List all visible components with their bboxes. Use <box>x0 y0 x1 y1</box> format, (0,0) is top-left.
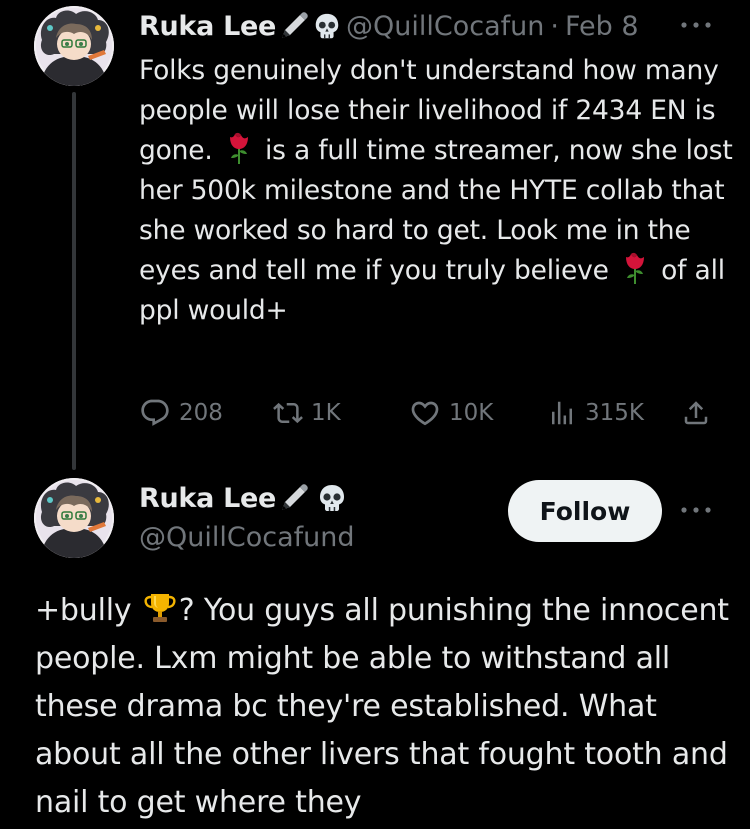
pen-icon <box>278 482 310 514</box>
separator-dot: · <box>550 10 559 42</box>
like-count: 10K <box>449 400 494 426</box>
tweet-header: Ruka Lee @QuillCocafund <box>139 477 355 557</box>
pen-icon <box>278 10 310 42</box>
author-display-name[interactable]: Ruka Lee <box>139 483 276 514</box>
skull-icon <box>316 482 348 514</box>
share-button[interactable] <box>681 393 711 433</box>
like-button[interactable]: 10K <box>409 393 493 433</box>
tweet-text: +bully ? You guys all punishing the inno… <box>35 587 745 827</box>
reply-icon <box>141 399 169 426</box>
views-button[interactable]: 315K <box>547 393 644 433</box>
author-handle[interactable]: @QuillCocafun <box>346 11 544 42</box>
author-display-name[interactable]: Ruka Lee <box>139 11 276 42</box>
heart-icon <box>411 401 439 426</box>
reply-count: 208 <box>179 400 223 426</box>
tweet-date[interactable]: Feb 8 <box>565 11 639 42</box>
more-options-icon[interactable] <box>676 13 716 37</box>
tweet-text: Folks genuinely don't understand how man… <box>139 51 739 331</box>
thread-connector-line <box>72 92 76 470</box>
view-count: 315K <box>585 400 644 426</box>
follow-button[interactable]: Follow <box>508 480 662 542</box>
tweet-parent[interactable]: Ruka Lee @QuillCocafun · Feb 8 Folks gen… <box>0 0 750 470</box>
more-options-icon[interactable] <box>676 498 716 522</box>
share-icon <box>684 401 708 425</box>
rose-emoji-icon <box>621 251 649 285</box>
retweet-icon <box>273 402 303 424</box>
author-handle[interactable]: @QuillCocafund <box>139 519 355 557</box>
trophy-emoji-icon <box>143 591 177 625</box>
tweet-actions-bar: 208 1K 10K 315K <box>139 393 719 433</box>
bar-chart-icon <box>552 401 572 425</box>
skull-icon <box>312 11 342 41</box>
tweet-header: Ruka Lee @QuillCocafun · Feb 8 <box>139 6 639 46</box>
retweet-count: 1K <box>311 400 341 426</box>
rose-emoji-icon <box>225 131 253 165</box>
retweet-button[interactable]: 1K <box>273 393 341 433</box>
reply-button[interactable]: 208 <box>139 393 223 433</box>
avatar[interactable] <box>34 6 114 86</box>
avatar[interactable] <box>34 478 114 558</box>
tweet-text-part: +bully <box>35 593 141 628</box>
